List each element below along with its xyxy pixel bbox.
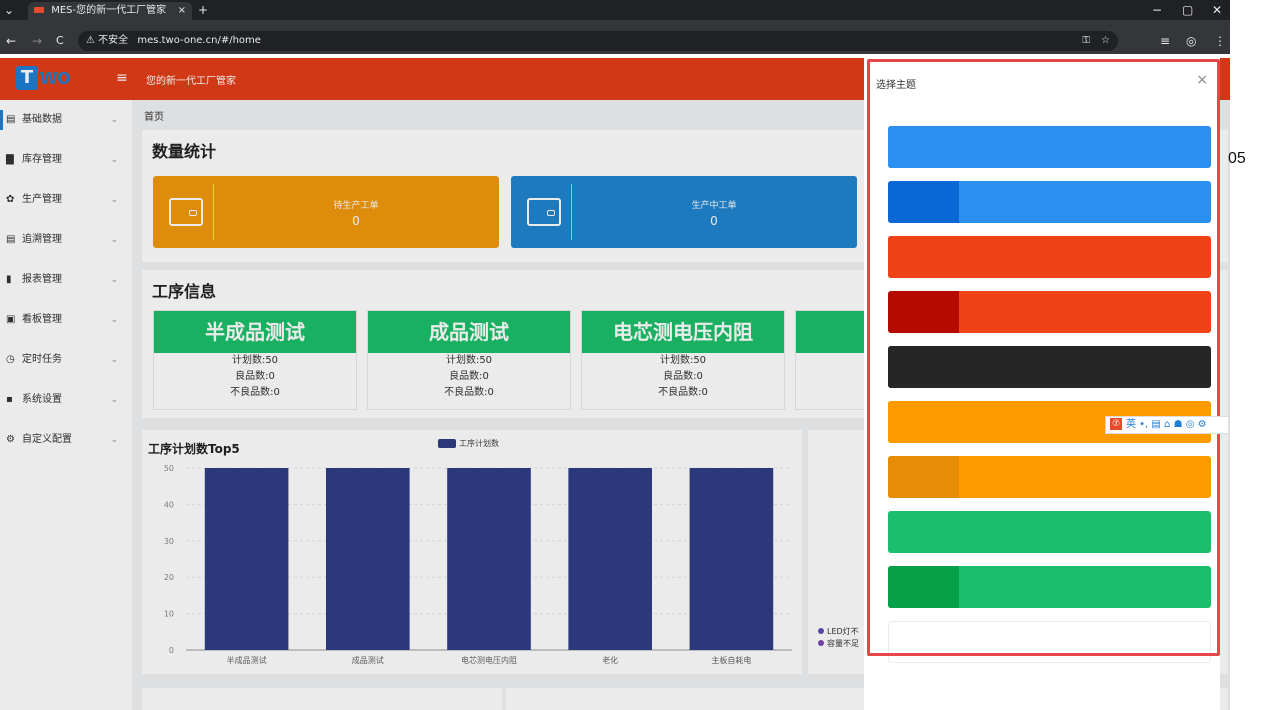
insecure-indicator[interactable]: ⚠ 不安全: [86, 35, 128, 46]
password-key-icon[interactable]: ⚿: [1082, 31, 1090, 51]
drawer-title: 选择主题: [876, 80, 916, 91]
url-bar[interactable]: ⚠ 不安全 mes.two-one.cn/#/home ⚿ ☆: [78, 31, 1118, 51]
reading-list-icon[interactable]: ≡: [1160, 31, 1170, 51]
ime-logo-icon: ⑦: [1110, 418, 1122, 430]
drawer-close-icon[interactable]: ×: [1196, 72, 1208, 88]
theme-swatch-accent: [888, 291, 959, 333]
ime-toolbar[interactable]: ⑦ 英 •, ▤ ⌂ ☗ ◎ ⚙: [1105, 416, 1229, 434]
theme-swatch-2[interactable]: [888, 181, 1211, 223]
new-tab-icon[interactable]: +: [198, 0, 208, 20]
side-note: 05: [1228, 150, 1246, 167]
theme-swatch-accent: [888, 346, 959, 388]
theme-swatch-accent: [888, 511, 959, 553]
profile-icon[interactable]: ◎: [1186, 31, 1196, 51]
tab-close-icon[interactable]: ×: [178, 2, 186, 20]
tab-search-icon[interactable]: ⌄: [4, 0, 14, 20]
window-close-icon[interactable]: ✕: [1212, 0, 1222, 20]
theme-swatch-accent: [888, 401, 959, 443]
reload-icon[interactable]: C: [56, 31, 64, 51]
restore-icon[interactable]: ▢: [1182, 0, 1193, 20]
tab-gap: [0, 20, 1230, 28]
forward-icon[interactable]: →: [32, 31, 42, 51]
theme-swatch-accent: [889, 622, 960, 662]
theme-swatch-8[interactable]: [888, 511, 1211, 553]
theme-swatch-4[interactable]: [888, 291, 1211, 333]
ime-tools[interactable]: 英 •, ▤ ⌂ ☗ ◎ ⚙: [1126, 419, 1207, 430]
bookmark-star-icon[interactable]: ☆: [1101, 31, 1110, 51]
tab-favicon-icon: [34, 7, 44, 13]
theme-swatch-7[interactable]: [888, 456, 1211, 498]
browser-menu-icon[interactable]: ⋮: [1214, 31, 1226, 51]
theme-swatch-accent: [888, 456, 959, 498]
theme-swatch-accent: [888, 566, 959, 608]
right-margin: [1230, 0, 1263, 710]
browser-tabstrip: ⌄ MES-您的新一代工厂管家 × + − ▢ ✕: [0, 0, 1230, 20]
url-text[interactable]: mes.two-one.cn/#/home: [137, 35, 261, 46]
back-icon[interactable]: ←: [6, 31, 16, 51]
browser-tab[interactable]: MES-您的新一代工厂管家 ×: [28, 2, 192, 20]
theme-swatch-3[interactable]: [888, 236, 1211, 278]
theme-swatch-accent: [888, 236, 959, 278]
address-toolbar: ← → C ⚠ 不安全 mes.two-one.cn/#/home ⚿ ☆ ≡ …: [0, 28, 1230, 54]
theme-swatch-accent: [888, 181, 959, 223]
theme-drawer: 选择主题 ×: [864, 58, 1220, 710]
theme-swatch-accent: [888, 126, 959, 168]
theme-swatch-9[interactable]: [888, 566, 1211, 608]
tab-title: MES-您的新一代工厂管家: [51, 5, 167, 16]
minimize-icon[interactable]: −: [1152, 0, 1162, 20]
theme-swatch-10[interactable]: [888, 621, 1211, 663]
theme-swatch-1[interactable]: [888, 126, 1211, 168]
screen: ⌄ MES-您的新一代工厂管家 × + − ▢ ✕ ← → C ⚠ 不安全 me…: [0, 0, 1263, 710]
theme-swatch-5[interactable]: [888, 346, 1211, 388]
